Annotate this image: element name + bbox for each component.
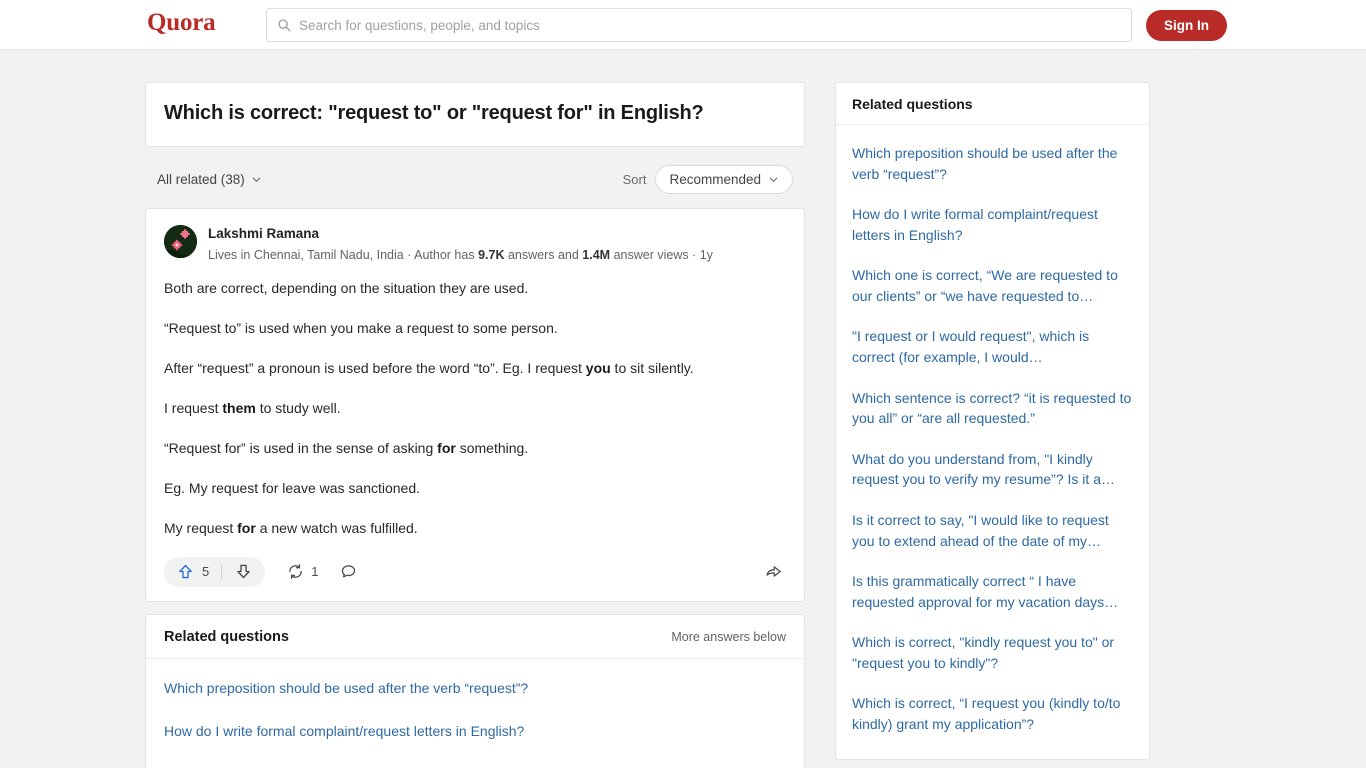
author-meta-middle: answers and xyxy=(504,247,583,262)
chevron-down-icon xyxy=(252,177,261,182)
sidebar-question-link[interactable]: Which is correct, “I request you (kindly… xyxy=(852,683,1133,744)
answer-paragraph-text: “Request for” is used in the sense of as… xyxy=(164,439,438,456)
author-meta-suffix: answer views · 1y xyxy=(610,247,713,262)
answer-text: Both are correct, depending on the situa… xyxy=(164,278,786,539)
upvote-button[interactable]: 5 xyxy=(164,563,221,580)
related-question-link[interactable]: How do I write formal complaint/request … xyxy=(164,710,786,753)
page-body: Which is correct: "request to" or "reque… xyxy=(0,50,1366,768)
answer-paragraph: After “request” a pronoun is used before… xyxy=(164,358,786,379)
page-title: Which is correct: "request to" or "reque… xyxy=(164,102,704,124)
sidebar-question-link[interactable]: Which sentence is correct? “it is reques… xyxy=(852,378,1133,439)
sidebar-question-link[interactable]: "I request or I would request", which is… xyxy=(852,316,1133,377)
answer-paragraph-text: My request xyxy=(164,519,238,536)
answer-author: Lakshmi Ramana Lives in Chennai, Tamil N… xyxy=(164,225,786,265)
answer-bold-word: them xyxy=(222,399,256,416)
search-bar[interactable] xyxy=(266,8,1132,42)
answer-paragraph: My request for a new watch was fulfilled… xyxy=(164,518,786,539)
sidebar-related-questions-card: Related questions Which preposition shou… xyxy=(835,82,1150,760)
answer-bold-word: you xyxy=(585,359,611,376)
sidebar-question-link[interactable]: How do I write formal complaint/request … xyxy=(852,194,1133,255)
answer-paragraph-text: I request xyxy=(164,399,223,416)
sidebar-related-questions-list: Which preposition should be used after t… xyxy=(836,125,1149,759)
answer-paragraph: “Request to” is used when you make a req… xyxy=(164,319,558,336)
avatar[interactable] xyxy=(164,225,197,258)
more-answers-below-label[interactable]: More answers below xyxy=(671,630,786,644)
sort-controls: Sort Recommended xyxy=(623,165,793,194)
search-input[interactable] xyxy=(299,17,1121,33)
answer-paragraph: “Request for” is used in the sense of as… xyxy=(164,438,786,459)
related-questions-list: Which preposition should be used after t… xyxy=(146,659,804,768)
answer-action-bar: 5 1 xyxy=(164,556,786,591)
share-button[interactable] xyxy=(765,563,782,580)
author-name[interactable]: Lakshmi Ramana xyxy=(208,225,713,244)
top-navigation-bar: Quora Sign In xyxy=(0,0,1366,50)
sign-in-button[interactable]: Sign In xyxy=(1146,10,1227,41)
related-question-link[interactable]: Which preposition should be used after t… xyxy=(164,667,786,710)
author-meta-prefix: Lives in Chennai, Tamil Nadu, India · Au… xyxy=(208,247,479,262)
avatar-image xyxy=(164,225,197,258)
answer-paragraph: Eg. My request for leave was sanctioned. xyxy=(164,479,421,496)
author-answers-count: 9.7K xyxy=(478,247,505,262)
vote-control: 5 xyxy=(164,556,266,587)
repost-icon xyxy=(289,564,303,580)
sidebar-title: Related questions xyxy=(836,83,1149,125)
comment-icon xyxy=(342,565,356,578)
sort-dropdown[interactable]: Recommended xyxy=(655,165,793,194)
upvote-count: 5 xyxy=(202,564,210,580)
comment-button[interactable] xyxy=(340,563,357,580)
sidebar-question-link[interactable]: Is this grammatically correct “ I have r… xyxy=(852,561,1133,622)
sidebar-question-link[interactable]: Which one is correct, “We are requested … xyxy=(852,255,1133,316)
related-questions-title: Related questions xyxy=(164,628,289,645)
author-views-count: 1.4M xyxy=(582,247,611,262)
quora-logo[interactable]: Quora xyxy=(147,9,216,37)
sidebar-question-link[interactable]: Which preposition should be used after t… xyxy=(852,133,1133,194)
answer-paragraph-tail: something. xyxy=(455,439,529,456)
answer-filter-row: All related (38) Sort Recommended xyxy=(145,147,805,208)
upvote-icon xyxy=(179,564,192,579)
all-related-label: All related (38) xyxy=(157,172,245,187)
author-text-block: Lakshmi Ramana Lives in Chennai, Tamil N… xyxy=(208,225,713,265)
search-icon xyxy=(278,19,291,32)
question-card: Which is correct: "request to" or "reque… xyxy=(145,82,805,147)
answer-paragraph: I request them to study well. xyxy=(164,398,786,419)
related-questions-header: Related questions More answers below xyxy=(146,615,804,659)
sidebar-question-link[interactable]: Is it correct to say, "I would like to r… xyxy=(852,500,1133,561)
answer-paragraph-tail: to sit silently. xyxy=(610,359,694,376)
sort-label: Sort xyxy=(622,172,647,187)
answer-bold-word: for xyxy=(237,519,256,536)
answer-card: Lakshmi Ramana Lives in Chennai, Tamil N… xyxy=(145,208,805,602)
author-credentials: Lives in Chennai, Tamil Nadu, India · Au… xyxy=(208,246,713,265)
main-column: Which is correct: "request to" or "reque… xyxy=(145,82,805,768)
answer-paragraph-tail: a new watch was fulfilled. xyxy=(255,519,418,536)
answer-paragraph-tail: to study well. xyxy=(255,399,341,416)
answer-bold-word: for xyxy=(437,439,456,456)
sidebar-question-link[interactable]: Which is correct, "kindly request you to… xyxy=(852,622,1133,683)
related-question-link[interactable]: Which one is correct, “We are requested … xyxy=(164,753,786,768)
sidebar-question-link[interactable]: What do you understand from, "I kindly r… xyxy=(852,439,1133,500)
downvote-button[interactable] xyxy=(222,563,265,580)
related-questions-card: Related questions More answers below Whi… xyxy=(145,613,805,768)
answer-paragraph: Both are correct, depending on the situa… xyxy=(164,279,529,296)
all-related-filter[interactable]: All related (38) xyxy=(157,172,262,187)
repost-count: 1 xyxy=(311,564,319,580)
sidebar: Related questions Which preposition shou… xyxy=(835,82,1150,760)
downvote-icon xyxy=(237,564,251,579)
sort-dropdown-value: Recommended xyxy=(669,172,761,187)
answer-paragraph-text: After “request” a pronoun is used before… xyxy=(164,359,586,376)
chevron-down-icon xyxy=(769,177,778,182)
repost-button[interactable]: 1 xyxy=(287,563,318,580)
share-icon xyxy=(766,565,781,577)
